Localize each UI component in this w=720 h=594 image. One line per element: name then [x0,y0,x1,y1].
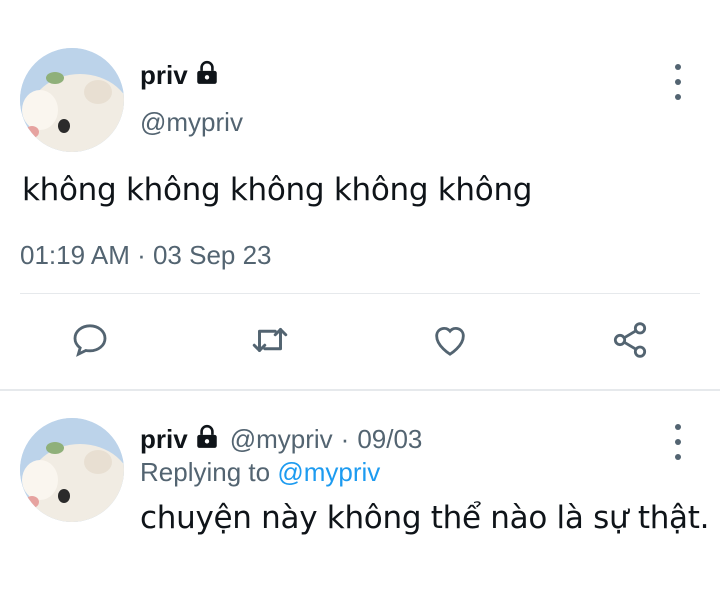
meta-separator: · [340,424,350,454]
reply-icon[interactable] [68,318,112,362]
reply-text: chuyện này không thể nào là sự thật. [140,500,710,536]
share-icon[interactable] [608,318,652,362]
like-icon[interactable] [428,318,472,362]
reply-date: 09/03 [357,424,423,454]
tweet-timestamp: 01:19 AM · 03 Sep 23 [20,240,272,270]
reply-author-name[interactable]: priv [140,424,188,455]
avatar-image [20,48,124,152]
divider [20,293,700,294]
avatar[interactable] [20,48,124,152]
replying-to-line: Replying to @mypriv [140,457,380,488]
reply-more-icon[interactable] [666,424,690,460]
replying-mention-link[interactable]: @mypriv [277,457,380,487]
tweet-text: không không không không không [22,172,533,208]
reply-author-handle[interactable]: @mypriv [230,424,333,455]
replying-prefix: Replying to [140,457,271,487]
lock-icon [194,424,220,455]
retweet-icon[interactable] [248,318,292,362]
avatar-image [20,418,124,522]
author-name[interactable]: priv [140,60,188,91]
tweet-separator [0,389,720,391]
reply-author-row: priv @mypriv · 09/03 [140,424,422,455]
lock-icon [194,60,220,91]
author-row: priv [140,60,220,91]
more-icon[interactable] [666,64,690,100]
author-handle[interactable]: @mypriv [140,107,243,138]
reply-avatar[interactable] [20,418,124,522]
